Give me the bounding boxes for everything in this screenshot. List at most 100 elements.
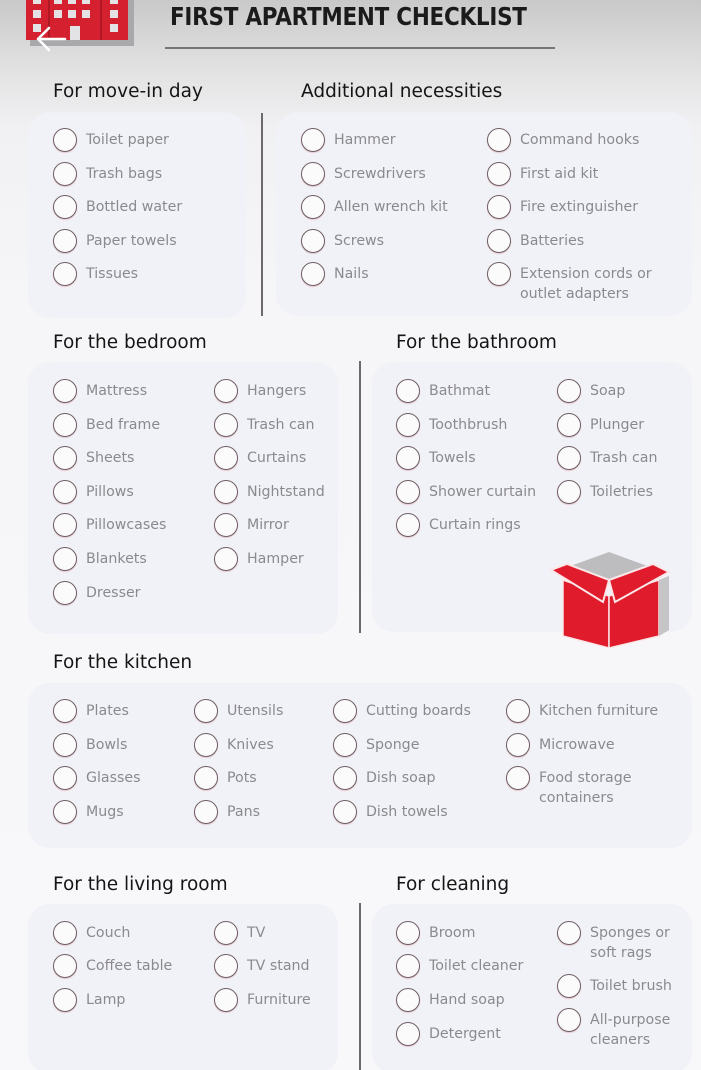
checkbox-circle-icon[interactable]	[506, 699, 530, 723]
checklist-item-kitchen[interactable]: Knives	[194, 733, 274, 757]
checkbox-circle-icon[interactable]	[214, 446, 238, 470]
checkbox-circle-icon[interactable]	[396, 921, 420, 945]
checkbox-circle-icon[interactable]	[301, 195, 325, 219]
checklist-item-kitchen[interactable]: Utensils	[194, 699, 283, 723]
checklist-item-kitchen[interactable]: Pots	[194, 766, 257, 790]
checkbox-circle-icon[interactable]	[557, 480, 581, 504]
checklist-item-bedroom[interactable]: Hangers	[214, 379, 306, 403]
checkbox-circle-icon[interactable]	[53, 162, 77, 186]
checkbox-circle-icon[interactable]	[301, 262, 325, 286]
checkbox-circle-icon[interactable]	[557, 921, 581, 945]
checkbox-circle-icon[interactable]	[557, 379, 581, 403]
checklist-item-bedroom[interactable]: Mattress	[53, 379, 147, 403]
checkbox-circle-icon[interactable]	[214, 480, 238, 504]
checkbox-circle-icon[interactable]	[506, 733, 530, 757]
checklist-item-bathroom[interactable]: Toiletries	[557, 480, 653, 504]
checklist-item-kitchen[interactable]: Microwave	[506, 733, 615, 757]
checklist-item-additional[interactable]: Screws	[301, 229, 384, 253]
checkbox-circle-icon[interactable]	[487, 128, 511, 152]
checklist-item-additional[interactable]: Allen wrench kit	[301, 195, 448, 219]
checklist-item-additional[interactable]: Command hooks	[487, 128, 639, 152]
checkbox-circle-icon[interactable]	[506, 766, 530, 790]
checklist-item-living[interactable]: Furniture	[214, 988, 311, 1012]
checkbox-circle-icon[interactable]	[194, 733, 218, 757]
checkbox-circle-icon[interactable]	[214, 954, 238, 978]
checklist-item-cleaning[interactable]: Sponges or soft rags	[557, 921, 670, 963]
checklist-item-bedroom[interactable]: Pillowcases	[53, 513, 166, 537]
checkbox-circle-icon[interactable]	[53, 480, 77, 504]
checkbox-circle-icon[interactable]	[53, 800, 77, 824]
checkbox-circle-icon[interactable]	[53, 766, 77, 790]
checkbox-circle-icon[interactable]	[487, 195, 511, 219]
checklist-item-additional[interactable]: Fire extinguisher	[487, 195, 638, 219]
checkbox-circle-icon[interactable]	[53, 921, 77, 945]
checkbox-circle-icon[interactable]	[396, 446, 420, 470]
back-arrow-icon[interactable]	[33, 22, 67, 56]
checkbox-circle-icon[interactable]	[214, 379, 238, 403]
checkbox-circle-icon[interactable]	[396, 1022, 420, 1046]
checkbox-circle-icon[interactable]	[214, 513, 238, 537]
checkbox-circle-icon[interactable]	[301, 128, 325, 152]
checkbox-circle-icon[interactable]	[557, 446, 581, 470]
checkbox-circle-icon[interactable]	[557, 1008, 581, 1032]
checkbox-circle-icon[interactable]	[53, 229, 77, 253]
checkbox-circle-icon[interactable]	[557, 413, 581, 437]
checkbox-circle-icon[interactable]	[333, 699, 357, 723]
checklist-item-bedroom[interactable]: Hamper	[214, 547, 304, 571]
checklist-item-move-in[interactable]: Tissues	[53, 262, 138, 286]
checklist-item-bedroom[interactable]: Dresser	[53, 581, 141, 605]
checkbox-circle-icon[interactable]	[487, 262, 511, 286]
checkbox-circle-icon[interactable]	[53, 413, 77, 437]
checkbox-circle-icon[interactable]	[396, 413, 420, 437]
checkbox-circle-icon[interactable]	[333, 733, 357, 757]
checklist-item-bathroom[interactable]: Shower curtain	[396, 480, 536, 504]
checkbox-circle-icon[interactable]	[194, 699, 218, 723]
checklist-item-additional[interactable]: Extension cords or outlet adapters	[487, 262, 652, 304]
checkbox-circle-icon[interactable]	[396, 379, 420, 403]
checklist-item-additional[interactable]: Hammer	[301, 128, 396, 152]
checkbox-circle-icon[interactable]	[301, 229, 325, 253]
checklist-item-bedroom[interactable]: Mirror	[214, 513, 289, 537]
checklist-item-cleaning[interactable]: Hand soap	[396, 988, 505, 1012]
checklist-item-kitchen[interactable]: Cutting boards	[333, 699, 471, 723]
checklist-item-kitchen[interactable]: Pans	[194, 800, 260, 824]
checklist-item-kitchen[interactable]: Kitchen furniture	[506, 699, 658, 723]
checklist-item-living[interactable]: TV	[214, 921, 265, 945]
checklist-item-bedroom[interactable]: Sheets	[53, 446, 134, 470]
checklist-item-cleaning[interactable]: Toilet brush	[557, 974, 672, 998]
checklist-item-kitchen[interactable]: Dish soap	[333, 766, 436, 790]
checkbox-circle-icon[interactable]	[53, 581, 77, 605]
checklist-item-living[interactable]: Coffee table	[53, 954, 172, 978]
checklist-item-living[interactable]: Couch	[53, 921, 130, 945]
checklist-item-move-in[interactable]: Paper towels	[53, 229, 177, 253]
checklist-item-bathroom[interactable]: Trash can	[557, 446, 658, 470]
checkbox-circle-icon[interactable]	[396, 988, 420, 1012]
checklist-item-cleaning[interactable]: Detergent	[396, 1022, 501, 1046]
checklist-item-bathroom[interactable]: Toothbrush	[396, 413, 507, 437]
checklist-item-bedroom[interactable]: Trash can	[214, 413, 315, 437]
checkbox-circle-icon[interactable]	[53, 699, 77, 723]
checklist-item-bedroom[interactable]: Curtains	[214, 446, 306, 470]
checklist-item-bathroom[interactable]: Towels	[396, 446, 476, 470]
checklist-item-additional[interactable]: Batteries	[487, 229, 584, 253]
checklist-item-living[interactable]: Lamp	[53, 988, 125, 1012]
checkbox-circle-icon[interactable]	[214, 547, 238, 571]
checkbox-circle-icon[interactable]	[53, 262, 77, 286]
checkbox-circle-icon[interactable]	[53, 195, 77, 219]
checklist-item-bedroom[interactable]: Blankets	[53, 547, 147, 571]
checklist-item-kitchen[interactable]: Plates	[53, 699, 129, 723]
checkbox-circle-icon[interactable]	[214, 413, 238, 437]
checklist-item-cleaning[interactable]: Broom	[396, 921, 475, 945]
checklist-item-additional[interactable]: Nails	[301, 262, 369, 286]
checkbox-circle-icon[interactable]	[53, 446, 77, 470]
checkbox-circle-icon[interactable]	[53, 128, 77, 152]
checkbox-circle-icon[interactable]	[53, 379, 77, 403]
checklist-item-kitchen[interactable]: Mugs	[53, 800, 124, 824]
checklist-item-bedroom[interactable]: Nightstand	[214, 480, 325, 504]
checkbox-circle-icon[interactable]	[557, 974, 581, 998]
checkbox-circle-icon[interactable]	[194, 800, 218, 824]
checkbox-circle-icon[interactable]	[53, 547, 77, 571]
checklist-item-bedroom[interactable]: Bed frame	[53, 413, 160, 437]
checkbox-circle-icon[interactable]	[53, 513, 77, 537]
checklist-item-cleaning[interactable]: Toilet cleaner	[396, 954, 523, 978]
